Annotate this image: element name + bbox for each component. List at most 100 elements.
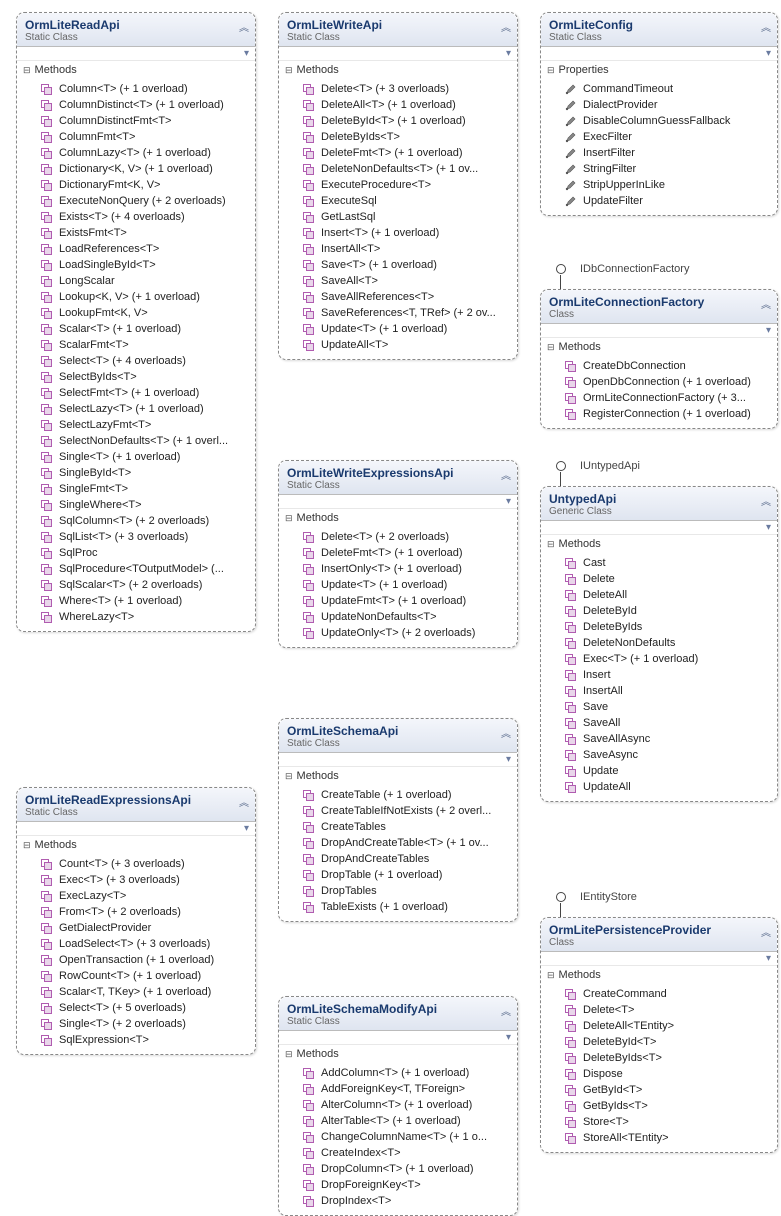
member-row[interactable]: ChangeColumnName<T> (+ 1 o... [279,1129,517,1145]
member-row[interactable]: InsertOnly<T> (+ 1 overload) [279,561,517,577]
member-row[interactable]: UpdateOnly<T> (+ 2 overloads) [279,625,517,641]
member-row[interactable]: Update<T> (+ 1 overload) [279,577,517,593]
twisty-icon[interactable]: ⊟ [285,513,293,524]
member-row[interactable]: LoadSelect<T> (+ 3 overloads) [17,936,255,952]
collapse-chevron-icon[interactable]: ︽ [761,493,771,508]
member-row[interactable]: DeleteFmt<T> (+ 1 overload) [279,545,517,561]
member-row[interactable]: SelectByIds<T> [17,369,255,385]
member-row[interactable]: OrmLiteConnectionFactory (+ 3... [541,390,777,406]
member-row[interactable]: Single<T> (+ 2 overloads) [17,1016,255,1032]
member-row[interactable]: SingleFmt<T> [17,481,255,497]
member-row[interactable]: AlterColumn<T> (+ 1 overload) [279,1097,517,1113]
member-row[interactable]: DeleteByIds<T> [541,1050,777,1066]
class-header[interactable]: OrmLiteWriteApiStatic Class︽ [279,13,517,47]
filter-icon[interactable]: ▾ [506,48,511,59]
member-row[interactable]: Update [541,763,777,779]
member-row[interactable]: DeleteFmt<T> (+ 1 overload) [279,145,517,161]
member-row[interactable]: DropTable (+ 1 overload) [279,867,517,883]
section-header[interactable]: ⊟Methods [279,1045,517,1063]
class-box-readapi[interactable]: OrmLiteReadApiStatic Class︽▾⊟MethodsColu… [16,12,256,632]
member-row[interactable]: Exists<T> (+ 4 overloads) [17,209,255,225]
twisty-icon[interactable]: ⊟ [285,65,293,76]
member-row[interactable]: ColumnDistinct<T> (+ 1 overload) [17,97,255,113]
member-row[interactable]: TableExists (+ 1 overload) [279,899,517,915]
class-header[interactable]: OrmLiteSchemaApiStatic Class︽ [279,719,517,753]
class-box-untyped[interactable]: UntypedApiGeneric Class︽▾⊟MethodsCastDel… [540,486,778,802]
member-row[interactable]: Exec<T> (+ 3 overloads) [17,872,255,888]
member-row[interactable]: Insert [541,667,777,683]
member-row[interactable]: DropForeignKey<T> [279,1177,517,1193]
member-row[interactable]: SelectLazyFmt<T> [17,417,255,433]
twisty-icon[interactable]: ⊟ [23,65,31,76]
filter-icon[interactable]: ▾ [506,1032,511,1043]
member-row[interactable]: DictionaryFmt<K, V> [17,177,255,193]
member-row[interactable]: Update<T> (+ 1 overload) [279,321,517,337]
class-header[interactable]: OrmLiteWriteExpressionsApiStatic Class︽ [279,461,517,495]
class-box-writeexpr[interactable]: OrmLiteWriteExpressionsApiStatic Class︽▾… [278,460,518,648]
member-row[interactable]: OpenTransaction (+ 1 overload) [17,952,255,968]
section-header[interactable]: ⊟Methods [541,338,777,356]
member-row[interactable]: UpdateFmt<T> (+ 1 overload) [279,593,517,609]
member-row[interactable]: StripUpperInLike [541,177,777,193]
collapse-chevron-icon[interactable]: ︽ [501,1003,511,1018]
member-row[interactable]: DeleteAll [541,587,777,603]
member-row[interactable]: Delete<T> [541,1002,777,1018]
member-row[interactable]: SaveAllAsync [541,731,777,747]
section-header[interactable]: ⊟Methods [541,535,777,553]
class-header[interactable]: OrmLitePersistenceProviderClass︽ [541,918,777,952]
member-row[interactable]: DisableColumnGuessFallback [541,113,777,129]
class-header[interactable]: OrmLiteConfigStatic Class︽ [541,13,777,47]
twisty-icon[interactable]: ⊟ [23,840,31,851]
member-row[interactable]: Insert<T> (+ 1 overload) [279,225,517,241]
member-row[interactable]: LookupFmt<K, V> [17,305,255,321]
class-box-config[interactable]: OrmLiteConfigStatic Class︽▾⊟PropertiesCo… [540,12,778,216]
member-row[interactable]: ColumnDistinctFmt<T> [17,113,255,129]
member-row[interactable]: Delete [541,571,777,587]
collapse-chevron-icon[interactable]: ︽ [761,296,771,311]
section-header[interactable]: ⊟Methods [279,509,517,527]
member-row[interactable]: GetLastSql [279,209,517,225]
class-box-schema[interactable]: OrmLiteSchemaApiStatic Class︽▾⊟MethodsCr… [278,718,518,922]
filter-icon[interactable]: ▾ [244,823,249,834]
filter-icon[interactable]: ▾ [506,496,511,507]
member-row[interactable]: Single<T> (+ 1 overload) [17,449,255,465]
member-row[interactable]: GetById<T> [541,1082,777,1098]
member-row[interactable]: Select<T> (+ 5 overloads) [17,1000,255,1016]
twisty-icon[interactable]: ⊟ [547,342,555,353]
member-row[interactable]: DropIndex<T> [279,1193,517,1209]
member-row[interactable]: CreateTable (+ 1 overload) [279,787,517,803]
member-row[interactable]: SingleWhere<T> [17,497,255,513]
filter-icon[interactable]: ▾ [766,953,771,964]
member-row[interactable]: SaveAll<T> [279,273,517,289]
member-row[interactable]: Where<T> (+ 1 overload) [17,593,255,609]
member-row[interactable]: DropAndCreateTables [279,851,517,867]
member-row[interactable]: SelectFmt<T> (+ 1 overload) [17,385,255,401]
member-row[interactable]: InsertFilter [541,145,777,161]
member-row[interactable]: UpdateAll<T> [279,337,517,353]
member-row[interactable]: ColumnLazy<T> (+ 1 overload) [17,145,255,161]
member-row[interactable]: DeleteAll<T> (+ 1 overload) [279,97,517,113]
member-row[interactable]: SaveAsync [541,747,777,763]
member-row[interactable]: CreateCommand [541,986,777,1002]
member-row[interactable]: Select<T> (+ 4 overloads) [17,353,255,369]
member-row[interactable]: From<T> (+ 2 overloads) [17,904,255,920]
member-row[interactable]: SaveAll [541,715,777,731]
collapse-chevron-icon[interactable]: ︽ [761,924,771,939]
member-row[interactable]: ScalarFmt<T> [17,337,255,353]
member-row[interactable]: SqlScalar<T> (+ 2 overloads) [17,577,255,593]
member-row[interactable]: CreateDbConnection [541,358,777,374]
member-row[interactable]: UpdateNonDefaults<T> [279,609,517,625]
member-row[interactable]: UpdateAll [541,779,777,795]
section-header[interactable]: ⊟Methods [541,966,777,984]
member-row[interactable]: InsertAll [541,683,777,699]
member-row[interactable]: Dictionary<K, V> (+ 1 overload) [17,161,255,177]
twisty-icon[interactable]: ⊟ [547,970,555,981]
member-row[interactable]: SelectLazy<T> (+ 1 overload) [17,401,255,417]
member-row[interactable]: CreateTableIfNotExists (+ 2 overl... [279,803,517,819]
filter-icon[interactable]: ▾ [506,754,511,765]
class-header[interactable]: OrmLiteReadExpressionsApiStatic Class︽ [17,788,255,822]
member-row[interactable]: CreateIndex<T> [279,1145,517,1161]
member-row[interactable]: SaveAllReferences<T> [279,289,517,305]
class-box-writeapi[interactable]: OrmLiteWriteApiStatic Class︽▾⊟MethodsDel… [278,12,518,360]
member-row[interactable]: UpdateFilter [541,193,777,209]
